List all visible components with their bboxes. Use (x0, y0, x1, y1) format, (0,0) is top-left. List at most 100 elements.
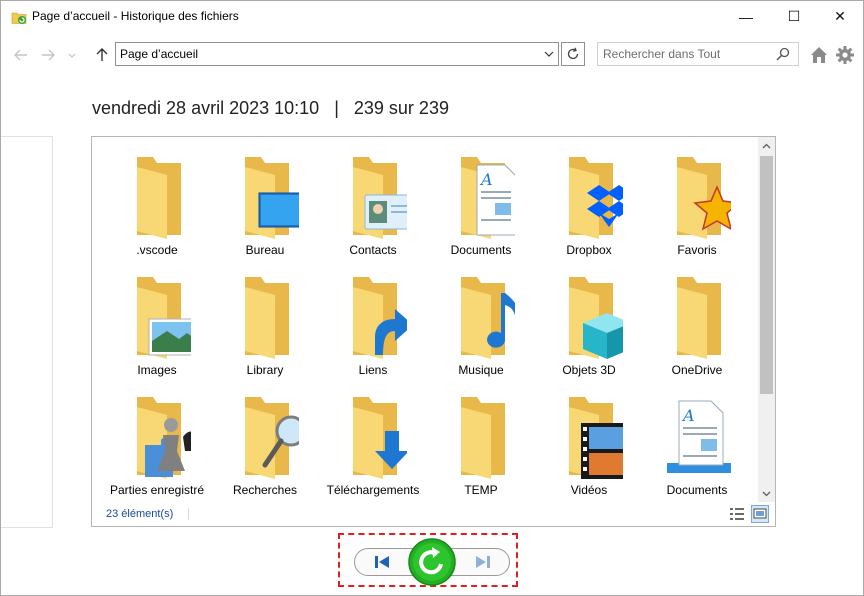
item-label: Images (137, 363, 177, 377)
large-icons-view-icon (753, 508, 767, 519)
item-label: Parties enregistré (109, 483, 205, 497)
folder-icon (137, 157, 181, 239)
item-label: TEMP (464, 483, 498, 497)
arrow-up-icon (96, 48, 108, 61)
chevron-up-icon (762, 143, 771, 148)
documents-folder-icon: A (461, 157, 515, 239)
item-label: Musique (458, 363, 504, 377)
desktop-folder-icon (245, 157, 299, 239)
music-folder-icon (461, 277, 515, 359)
folder-item[interactable]: Library (211, 267, 319, 387)
folder-icon (677, 277, 721, 359)
scroll-down-button[interactable] (758, 485, 775, 502)
search-input[interactable]: Rechercher dans Tout (603, 47, 720, 61)
window-title: Page d’accueil - Historique des fichiers (32, 9, 239, 23)
item-label: Liens (358, 363, 388, 377)
previous-version-button[interactable] (370, 552, 394, 572)
pictures-folder-icon (137, 277, 191, 359)
skip-previous-icon (375, 556, 389, 568)
header-separator: | (334, 98, 339, 118)
navigation-pane[interactable] (1, 136, 53, 528)
chevron-down-icon (762, 491, 771, 496)
skip-next-icon (476, 556, 490, 568)
links-folder-icon (353, 277, 407, 359)
maximize-button[interactable]: ☐ (771, 1, 817, 32)
item-label: Favoris (677, 243, 717, 257)
item-label: Bureau (245, 243, 285, 257)
file-history-window: Page d’accueil - Historique des fichiers… (0, 0, 864, 596)
item-label: OneDrive (671, 363, 723, 377)
address-text: Page d’accueil (120, 47, 199, 61)
folder-item[interactable]: Liens (319, 267, 427, 387)
scroll-up-button[interactable] (758, 137, 775, 154)
folder-icon (245, 277, 289, 359)
refresh-button[interactable] (561, 42, 585, 66)
folder-item[interactable]: Favoris (643, 147, 751, 267)
folder-item[interactable]: Vidéos (535, 387, 643, 507)
close-button[interactable]: ✕ (817, 1, 863, 32)
searches-folder-icon (245, 397, 299, 479)
search-box[interactable]: Rechercher dans Tout (597, 42, 799, 66)
scroll-thumb[interactable] (760, 156, 773, 394)
restore-button[interactable] (408, 538, 456, 586)
folder-item[interactable]: Contacts (319, 147, 427, 267)
gear-icon[interactable] (835, 45, 855, 65)
chevron-down-icon (544, 51, 554, 57)
recent-locations-dropdown[interactable] (63, 47, 81, 65)
dropbox-folder-icon (569, 157, 623, 239)
folder-item[interactable]: Parties enregistré (103, 387, 211, 507)
folder-item[interactable]: Musique (427, 267, 535, 387)
arrow-right-icon (42, 49, 55, 61)
folder-item[interactable]: Téléchargements (319, 387, 427, 507)
folder-item[interactable]: Recherches (211, 387, 319, 507)
status-separator (188, 508, 189, 520)
vertical-scrollbar[interactable] (758, 137, 775, 502)
item-label: Dropbox (566, 243, 612, 257)
item-label: Contacts (349, 243, 397, 257)
arrow-left-icon (14, 49, 27, 61)
folder-item[interactable]: OneDrive (643, 267, 751, 387)
snapshot-datetime: vendredi 28 avril 2023 10:10 (92, 98, 320, 118)
snapshot-position: 239 sur 239 (353, 98, 449, 118)
item-label: .vscode (136, 243, 178, 257)
contacts-folder-icon (353, 157, 407, 239)
svg-text:A: A (479, 170, 493, 189)
folder-item[interactable]: Bureau (211, 147, 319, 267)
item-label: Recherches (232, 483, 298, 497)
up-button[interactable] (93, 46, 111, 64)
svg-text:A: A (681, 406, 695, 425)
saved-games-folder-icon (137, 397, 191, 479)
next-version-button[interactable] (471, 552, 495, 572)
forward-button[interactable] (39, 46, 57, 64)
navigation-bar: Page d’accueil Rechercher dans Tout (1, 42, 863, 68)
item-label: Documents (666, 483, 728, 497)
item-label: Documents (450, 243, 512, 257)
chevron-down-icon (68, 53, 76, 58)
minimize-button[interactable]: — (723, 1, 769, 32)
title-bar: Page d’accueil - Historique des fichiers… (1, 1, 863, 32)
downloads-folder-icon (353, 397, 407, 479)
snapshot-header: vendredi 28 avril 2023 10:10 | 239 sur 2… (92, 98, 449, 119)
large-icons-view-button[interactable] (751, 505, 769, 523)
library-item[interactable]: A Documents (643, 387, 751, 507)
3d-objects-folder-icon (569, 277, 623, 359)
refresh-icon (567, 47, 579, 60)
item-label: Objets 3D (562, 363, 616, 377)
address-bar[interactable]: Page d’accueil (115, 42, 559, 66)
folder-item[interactable]: Dropbox (535, 147, 643, 267)
folder-item[interactable]: TEMP (427, 387, 535, 507)
item-count: 23 élément(s) (106, 508, 174, 520)
address-dropdown-button[interactable] (540, 43, 558, 65)
details-view-icon[interactable] (729, 506, 745, 522)
document-library-icon: A (667, 400, 731, 473)
folder-item[interactable]: Images (103, 267, 211, 387)
item-label: Vidéos (570, 483, 608, 497)
folder-item[interactable]: Objets 3D (535, 267, 643, 387)
file-view[interactable]: .vscode Bureau Contacts A Documents Drop… (91, 136, 776, 527)
status-bar: 23 élément(s) (92, 502, 775, 526)
folder-item[interactable]: .vscode (103, 147, 211, 267)
search-icon[interactable] (776, 47, 790, 61)
back-button[interactable] (12, 46, 30, 64)
home-icon[interactable] (809, 45, 829, 65)
folder-item[interactable]: A Documents (427, 147, 535, 267)
